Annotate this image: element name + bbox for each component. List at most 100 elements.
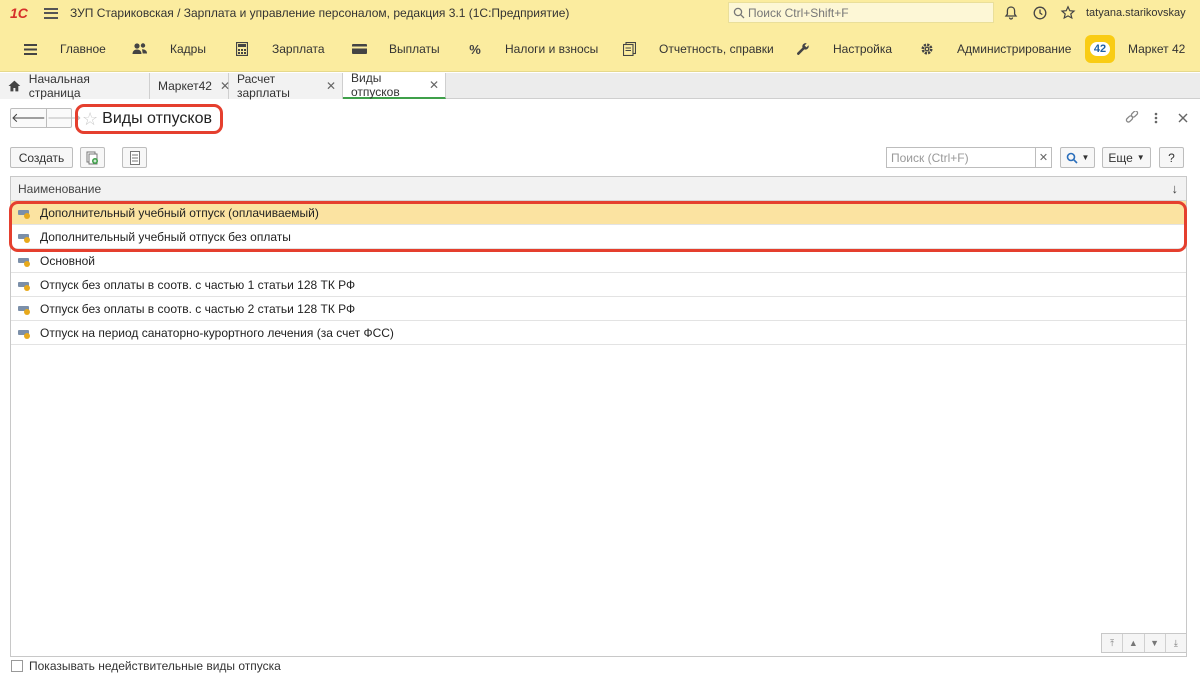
section-main[interactable]: Главное [22,26,106,72]
section-label: Главное [60,42,106,56]
section-admin[interactable]: Администрирование [919,26,1071,72]
home-icon [8,80,21,92]
scroll-top-button[interactable]: ⤒ [1102,634,1124,652]
app-logo: 1С [10,5,28,21]
catalog-item-icon [18,207,32,219]
scroll-buttons: ⤒ ▲ ▼ ⤓ [1101,633,1187,653]
search-options-button[interactable]: ▼ [1060,147,1095,168]
section-reports[interactable]: Отчетность, справки [621,26,774,72]
tab-payroll[interactable]: Расчет зарплаты ✕ [229,72,343,100]
row-name: Отпуск без оплаты в соотв. с частью 2 ст… [40,301,356,316]
search-icon [1066,152,1078,164]
tab-market42[interactable]: Маркет42 ✕ [150,73,230,99]
tab-label: Маркет42 [158,79,212,93]
tab-home[interactable]: Начальная страница [0,72,150,100]
people-icon [132,41,148,57]
history-nav: 🡐 🡒 [10,108,82,128]
back-button[interactable]: 🡐 [11,109,47,127]
close-icon[interactable]: ✕ [326,79,336,93]
show-invalid-label: Показывать недействительные виды отпуска [29,659,281,673]
list-icon [129,150,140,165]
leave-types-table: Наименование ↓ Дополнительный учебный от… [10,176,1187,657]
favorite-star-icon[interactable]: ☆ [82,109,98,130]
history-icon[interactable] [1032,5,1048,21]
calculator-icon [234,41,250,57]
clear-search-button[interactable]: ✕ [1035,147,1052,168]
form-title-highlight: ☆ Виды отпусков [75,104,223,134]
section-label: Кадры [170,42,206,56]
section-taxes[interactable]: % Налоги и взносы [467,26,598,72]
chevron-down-icon: ▼ [1081,153,1090,162]
list-search-input[interactable] [886,147,1036,168]
section-payments[interactable]: Выплаты [351,26,440,72]
sections-panel: Главное Кадры Зарплата Выплаты % Налоги … [0,26,1200,72]
table-row[interactable]: Отпуск без оплаты в соотв. с частью 2 ст… [11,297,1186,321]
row-name: Основной [40,253,96,268]
section-label: Отчетность, справки [659,42,774,56]
catalog-item-icon [18,255,32,267]
close-form-icon[interactable] [1177,111,1189,125]
show-invalid-checkbox[interactable] [11,660,23,672]
copy-button[interactable] [80,147,105,168]
global-search-placeholder: Поиск Ctrl+Shift+F [748,5,849,20]
row-name: Отпуск на период санаторно-курортного ле… [40,325,394,340]
column-name-header[interactable]: Наименование [18,182,101,196]
table-row[interactable]: Дополнительный учебный отпуск без оплаты [11,225,1186,249]
section-label: Выплаты [389,42,440,56]
main-menu-icon[interactable] [44,7,58,19]
page-title: Виды отпусков [102,110,212,127]
scroll-bottom-button[interactable]: ⤓ [1166,634,1186,652]
section-label: Налоги и взносы [505,42,599,56]
gear-icon [919,41,935,57]
section-settings[interactable]: Настройка [795,26,892,72]
wrench-icon [795,41,811,57]
star-icon[interactable] [1060,5,1076,21]
market42-badge-text: 42 [1089,42,1111,56]
tab-label: Расчет зарплаты [237,72,290,100]
sort-down-icon[interactable]: ↓ [1172,181,1179,196]
search-icon [733,7,745,18]
bell-icon[interactable] [1003,5,1019,21]
table-row[interactable]: Отпуск без оплаты в соотв. с частью 1 ст… [11,273,1186,297]
tab-label: Виды отпусков [351,71,400,99]
table-row[interactable]: Основной [11,249,1186,273]
documents-icon [621,41,637,57]
open-windows-tabs: Начальная страница Маркет42 ✕ Расчет зарп… [0,71,1200,100]
help-button[interactable]: ? [1159,147,1184,168]
row-name: Дополнительный учебный отпуск (оплачивае… [40,205,319,220]
show-invalid-checkbox-row[interactable]: Показывать недействительные виды отпуска [11,659,281,673]
section-salary[interactable]: Зарплата [234,26,325,72]
catalog-item-icon [18,303,32,315]
wallet-icon [351,41,367,57]
global-search-input[interactable]: Поиск Ctrl+Shift+F [728,2,994,23]
percent-icon: % [469,41,481,57]
create-button[interactable]: Создать [10,147,73,168]
user-name[interactable]: tatyana.starikovskay [1086,7,1186,19]
chevron-down-icon: ▼ [1136,153,1145,162]
more-vertical-icon[interactable] [1153,111,1159,125]
more-label: Еще [1108,150,1133,165]
tab-leave-types[interactable]: Виды отпусков ✕ [343,71,446,99]
catalog-item-icon [18,279,32,291]
market42-link[interactable]: Маркет 42 [1128,42,1185,56]
row-name: Дополнительный учебный отпуск без оплаты [40,229,291,244]
list-settings-button[interactable] [122,147,147,168]
more-button[interactable]: Еще ▼ [1102,147,1151,168]
section-label: Настройка [833,42,893,56]
hamburger-icon [22,41,38,57]
catalog-item-icon [18,231,32,243]
table-header[interactable]: Наименование ↓ [11,177,1186,201]
row-name: Отпуск без оплаты в соотв. с частью 1 ст… [40,277,356,292]
market42-cloud-icon[interactable]: 42 [1085,35,1115,63]
scroll-down-button[interactable]: ▼ [1145,634,1166,652]
section-staff[interactable]: Кадры [132,26,206,72]
link-icon[interactable] [1125,111,1139,125]
table-row[interactable]: Дополнительный учебный отпуск (оплачивае… [11,201,1186,225]
catalog-item-icon [18,327,32,339]
title-bar: 1С ЗУП Стариковская / Зарплата и управле… [0,0,1200,26]
tab-label: Начальная страница [28,72,90,100]
close-icon[interactable]: ✕ [429,78,439,92]
copy-add-icon [86,151,98,164]
scroll-up-button[interactable]: ▲ [1123,634,1145,652]
table-row[interactable]: Отпуск на период санаторно-курортного ле… [11,321,1186,345]
